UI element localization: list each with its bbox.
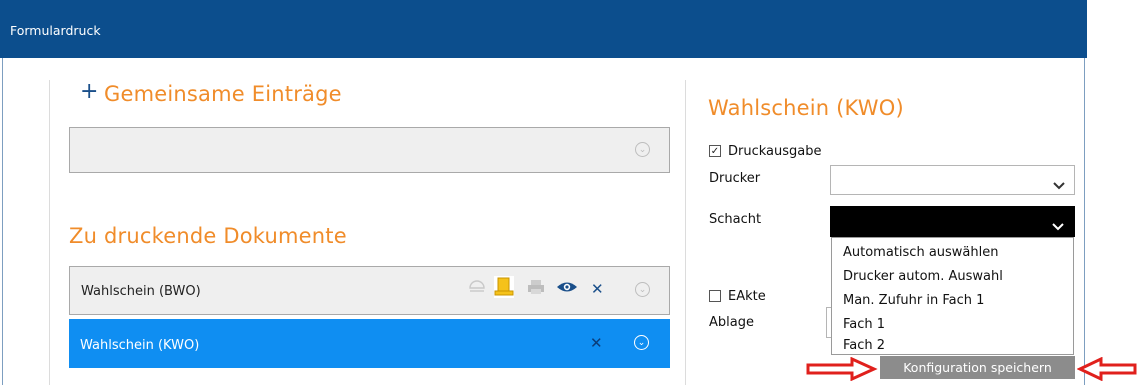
druckausgabe-checkbox[interactable]: ✓: [709, 145, 721, 157]
common-entries-heading: Gemeinsame Einträge: [104, 82, 342, 106]
center-separator: [685, 80, 686, 385]
schacht-option[interactable]: Man. Zufuhr in Fach 1: [843, 293, 984, 308]
schacht-option[interactable]: Drucker autom. Auswahl: [843, 269, 1003, 284]
common-entries-combo[interactable]: ⌄: [69, 127, 670, 173]
document-row-kwo[interactable]: Wahlschein (KWO) ✕ ⌄: [69, 319, 670, 368]
remove-icon[interactable]: ✕: [591, 280, 604, 298]
expand-circle-icon[interactable]: ⌄: [634, 335, 649, 350]
expand-circle-icon[interactable]: ⌄: [635, 142, 650, 157]
detail-heading: Wahlschein (KWO): [708, 96, 904, 120]
schacht-select[interactable]: [830, 206, 1075, 237]
documents-heading: Zu druckende Dokumente: [69, 224, 347, 248]
document-label: Wahlschein (KWO): [80, 338, 200, 353]
schacht-option[interactable]: Automatisch auswählen: [843, 245, 998, 260]
ablage-label: Ablage: [709, 315, 754, 330]
left-separator: [49, 80, 50, 385]
preview-eye-icon[interactable]: [556, 279, 578, 295]
expand-circle-icon[interactable]: ⌄: [635, 282, 650, 297]
eakte-label: EAkte: [728, 289, 766, 304]
document-label: Wahlschein (BWO): [81, 284, 201, 299]
save-config-button[interactable]: Konfiguration speichern: [880, 356, 1075, 379]
druckausgabe-label: Druckausgabe: [728, 144, 822, 159]
drucker-select[interactable]: [830, 165, 1075, 195]
remove-icon[interactable]: ✕: [590, 334, 603, 352]
eakte-checkbox[interactable]: [709, 290, 721, 302]
schacht-label: Schacht: [709, 212, 762, 227]
arrow-right-annotation-icon: [806, 357, 878, 381]
schacht-option[interactable]: Fach 2: [843, 338, 885, 353]
document-row-bwo[interactable]: Wahlschein (BWO) ✕ ⌄: [69, 266, 670, 315]
outer-margin: [1087, 0, 1139, 385]
expand-common-icon[interactable]: +: [80, 79, 98, 104]
chevron-down-icon: [1053, 175, 1065, 190]
printer-icon[interactable]: [527, 278, 545, 296]
document-print-icon[interactable]: [494, 276, 514, 298]
schacht-dropdown: Automatisch auswählen Drucker autom. Aus…: [831, 237, 1074, 355]
window-titlebar: Formulardruck: [0, 0, 1087, 58]
stamp-icon[interactable]: [468, 278, 486, 296]
chevron-down-icon: [1052, 216, 1064, 231]
arrow-left-annotation-icon: [1077, 357, 1137, 381]
schacht-option[interactable]: Fach 1: [843, 317, 885, 332]
drucker-label: Drucker: [709, 171, 761, 186]
window-title: Formulardruck: [10, 23, 101, 38]
